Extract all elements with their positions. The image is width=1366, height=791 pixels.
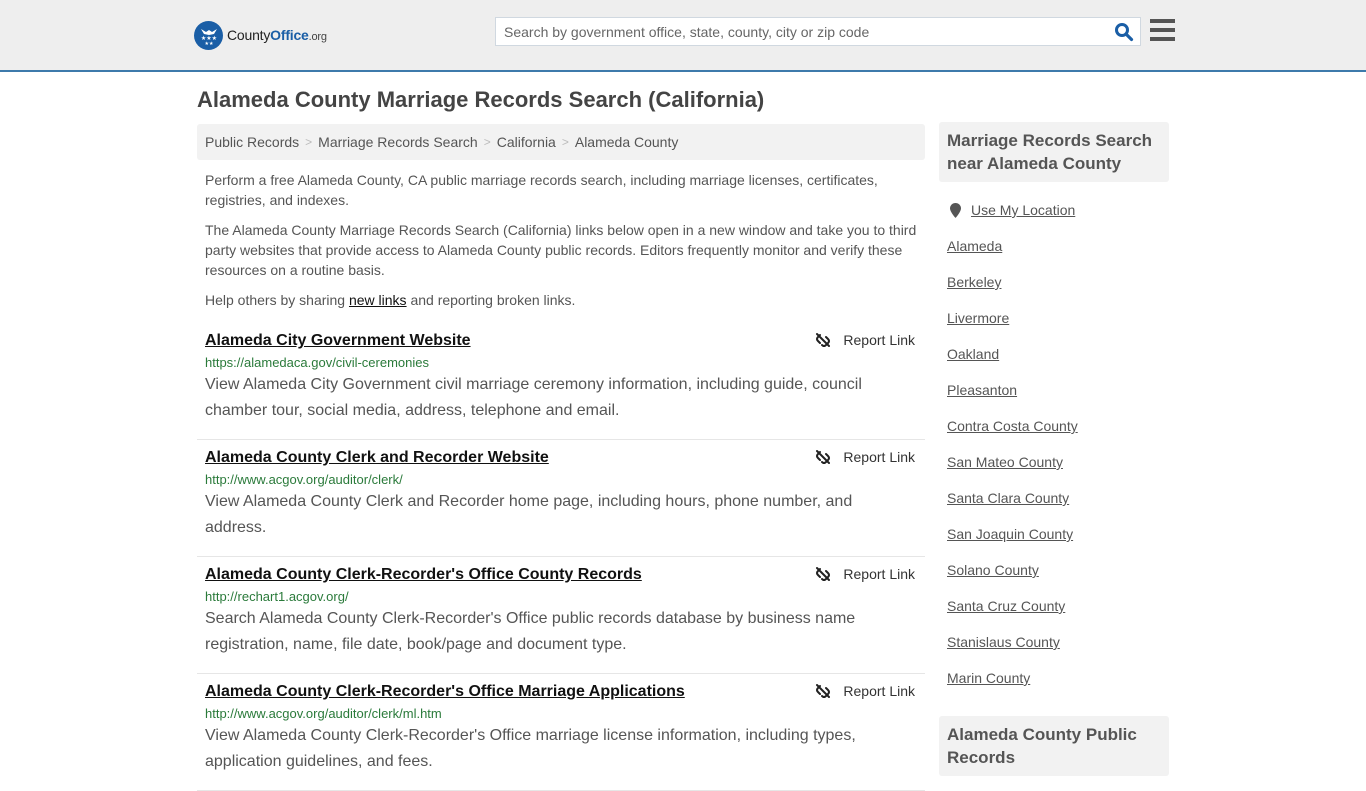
breadcrumb-item-california[interactable]: California xyxy=(497,134,556,150)
result-url[interactable]: https://alamedaca.gov/civil-ceremonies xyxy=(205,355,917,370)
nearby-item: Pleasanton xyxy=(947,372,1161,408)
svg-text:★★: ★★ xyxy=(204,41,213,46)
nearby-list: Use My Location Alameda Berkeley Livermo… xyxy=(939,182,1169,696)
nearby-item: Berkeley xyxy=(947,264,1161,300)
result-item: Alameda City Government Website Report L… xyxy=(197,323,925,440)
result-url[interactable]: http://www.acgov.org/auditor/clerk/ xyxy=(205,472,917,487)
intro-paragraph-3: Help others by sharing new links and rep… xyxy=(205,290,920,310)
report-link-button[interactable]: Report Link xyxy=(815,332,915,348)
use-my-location-link[interactable]: Use My Location xyxy=(971,202,1075,218)
report-link-label: Report Link xyxy=(843,683,915,699)
nearby-link-livermore[interactable]: Livermore xyxy=(947,310,1009,326)
nearby-item: Oakland xyxy=(947,336,1161,372)
breadcrumb-separator: > xyxy=(305,135,313,149)
public-records-heading: Alameda County Public Records xyxy=(939,716,1169,776)
site-logo[interactable]: ★★★ ★★ CountyOffice.org xyxy=(194,20,327,50)
broken-link-icon xyxy=(816,567,831,581)
nearby-item: Stanislaus County xyxy=(947,624,1161,660)
breadcrumb-item-marriage-records-search[interactable]: Marriage Records Search xyxy=(318,134,478,150)
logo-wordmark: CountyOffice.org xyxy=(227,27,327,43)
nearby-link-san-joaquin-county[interactable]: San Joaquin County xyxy=(947,526,1073,542)
result-url[interactable]: http://rechart1.acgov.org/ xyxy=(205,589,917,604)
search-icon xyxy=(1115,23,1134,42)
broken-link-icon xyxy=(816,450,831,464)
nearby-link-berkeley[interactable]: Berkeley xyxy=(947,274,1001,290)
search-box xyxy=(495,17,1141,46)
broken-link-icon xyxy=(816,684,831,698)
search-input[interactable] xyxy=(496,18,1106,45)
breadcrumb: Public Records > Marriage Records Search… xyxy=(197,124,925,160)
nearby-item: Alameda xyxy=(947,228,1161,264)
nearby-item: Santa Cruz County xyxy=(947,588,1161,624)
eagle-stars-icon: ★★★ ★★ xyxy=(194,20,223,50)
breadcrumb-separator: > xyxy=(483,135,491,149)
nearby-link-contra-costa-county[interactable]: Contra Costa County xyxy=(947,418,1078,434)
menu-bar xyxy=(1150,37,1175,41)
logo-office: Office xyxy=(270,27,309,43)
intro-p3-text-end: and reporting broken links. xyxy=(406,292,576,308)
nearby-link-stanislaus-county[interactable]: Stanislaus County xyxy=(947,634,1060,650)
nearby-item: San Joaquin County xyxy=(947,516,1161,552)
result-description: View Alameda County Clerk and Recorder h… xyxy=(205,493,853,536)
use-location-item: Use My Location xyxy=(947,192,1161,228)
nearby-item: Santa Clara County xyxy=(947,480,1161,516)
report-link-label: Report Link xyxy=(843,449,915,465)
report-link-button[interactable]: Report Link xyxy=(815,566,915,582)
new-links-link[interactable]: new links xyxy=(349,292,407,308)
nearby-link-solano-county[interactable]: Solano County xyxy=(947,562,1039,578)
result-description: Search Alameda County Clerk-Recorder's O… xyxy=(205,610,856,653)
nearby-link-oakland[interactable]: Oakland xyxy=(947,346,999,362)
menu-bar xyxy=(1150,19,1175,23)
map-pin-icon xyxy=(950,202,961,218)
results-list: Alameda City Government Website Report L… xyxy=(197,323,925,791)
menu-bar xyxy=(1150,28,1175,32)
report-link-label: Report Link xyxy=(843,566,915,582)
result-item: Alameda County Clerk-Recorder's Office C… xyxy=(197,557,925,674)
result-item: Alameda County Clerk-Recorder's Office M… xyxy=(197,674,925,791)
intro-p3-text: Help others by sharing xyxy=(205,292,349,308)
breadcrumb-item-current: Alameda County xyxy=(574,134,679,150)
result-description: View Alameda County Clerk-Recorder's Off… xyxy=(205,727,856,770)
nearby-link-san-mateo-county[interactable]: San Mateo County xyxy=(947,454,1063,470)
nearby-link-santa-cruz-county[interactable]: Santa Cruz County xyxy=(947,598,1065,614)
nearby-item: San Mateo County xyxy=(947,444,1161,480)
report-link-button[interactable]: Report Link xyxy=(815,449,915,465)
nearby-link-santa-clara-county[interactable]: Santa Clara County xyxy=(947,490,1069,506)
result-title-link[interactable]: Alameda County Clerk-Recorder's Office M… xyxy=(205,683,685,701)
nearby-item: Solano County xyxy=(947,552,1161,588)
result-title-link[interactable]: Alameda County Clerk and Recorder Websit… xyxy=(205,449,549,467)
page-title: Alameda County Marriage Records Search (… xyxy=(197,87,765,112)
hamburger-menu-button[interactable] xyxy=(1150,19,1175,41)
logo-county: County xyxy=(227,27,271,43)
result-description: View Alameda City Government civil marri… xyxy=(205,376,862,419)
result-title-link[interactable]: Alameda County Clerk-Recorder's Office C… xyxy=(205,566,642,584)
logo-org: .org xyxy=(308,31,327,43)
result-item: Alameda County Clerk and Recorder Websit… xyxy=(197,440,925,557)
report-link-label: Report Link xyxy=(843,332,915,348)
sidebar: Marriage Records Search near Alameda Cou… xyxy=(939,122,1169,776)
nearby-link-alameda[interactable]: Alameda xyxy=(947,238,1002,254)
nearby-item: Livermore xyxy=(947,300,1161,336)
nearby-link-pleasanton[interactable]: Pleasanton xyxy=(947,382,1017,398)
site-header: ★★★ ★★ CountyOffice.org xyxy=(0,0,1366,72)
nearby-link-marin-county[interactable]: Marin County xyxy=(947,670,1030,686)
breadcrumb-item-public-records[interactable]: Public Records xyxy=(205,134,299,150)
nearby-item: Contra Costa County xyxy=(947,408,1161,444)
broken-link-icon xyxy=(816,333,831,347)
report-link-button[interactable]: Report Link xyxy=(815,683,915,699)
search-button[interactable] xyxy=(1114,22,1134,42)
result-title-link[interactable]: Alameda City Government Website xyxy=(205,332,471,350)
breadcrumb-separator: > xyxy=(561,135,569,149)
nearby-heading: Marriage Records Search near Alameda Cou… xyxy=(939,122,1169,182)
result-url[interactable]: http://www.acgov.org/auditor/clerk/ml.ht… xyxy=(205,706,917,721)
intro-text: Perform a free Alameda County, CA public… xyxy=(205,170,920,320)
nearby-item: Marin County xyxy=(947,660,1161,696)
intro-paragraph-1: Perform a free Alameda County, CA public… xyxy=(205,172,878,208)
intro-paragraph-2: The Alameda County Marriage Records Sear… xyxy=(205,222,917,278)
